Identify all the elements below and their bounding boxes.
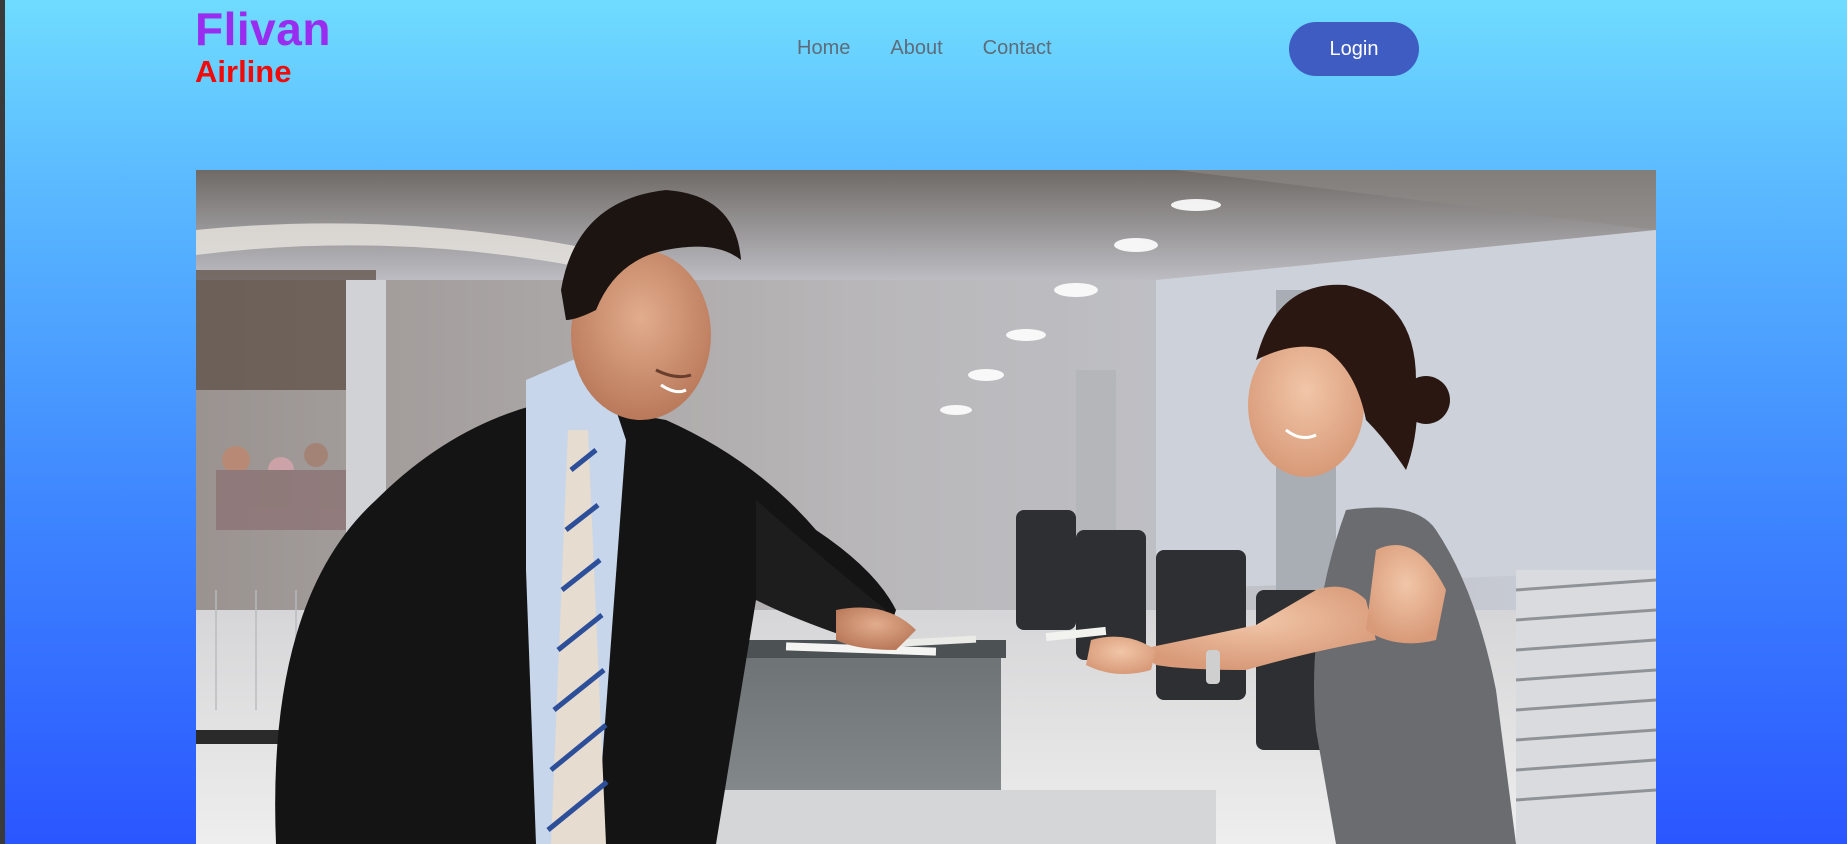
window-edge — [0, 0, 5, 844]
hero-image — [196, 170, 1656, 844]
main-nav: Home About Contact — [797, 37, 1052, 60]
nav-about-link[interactable]: About — [890, 37, 942, 60]
logo[interactable]: Flivan Airline — [195, 6, 331, 87]
nav-home-link[interactable]: Home — [797, 37, 850, 60]
logo-subtitle: Airline — [195, 54, 292, 89]
nav-contact-link[interactable]: Contact — [983, 37, 1052, 60]
login-button[interactable]: Login — [1289, 22, 1419, 76]
logo-title: Flivan — [195, 3, 331, 55]
